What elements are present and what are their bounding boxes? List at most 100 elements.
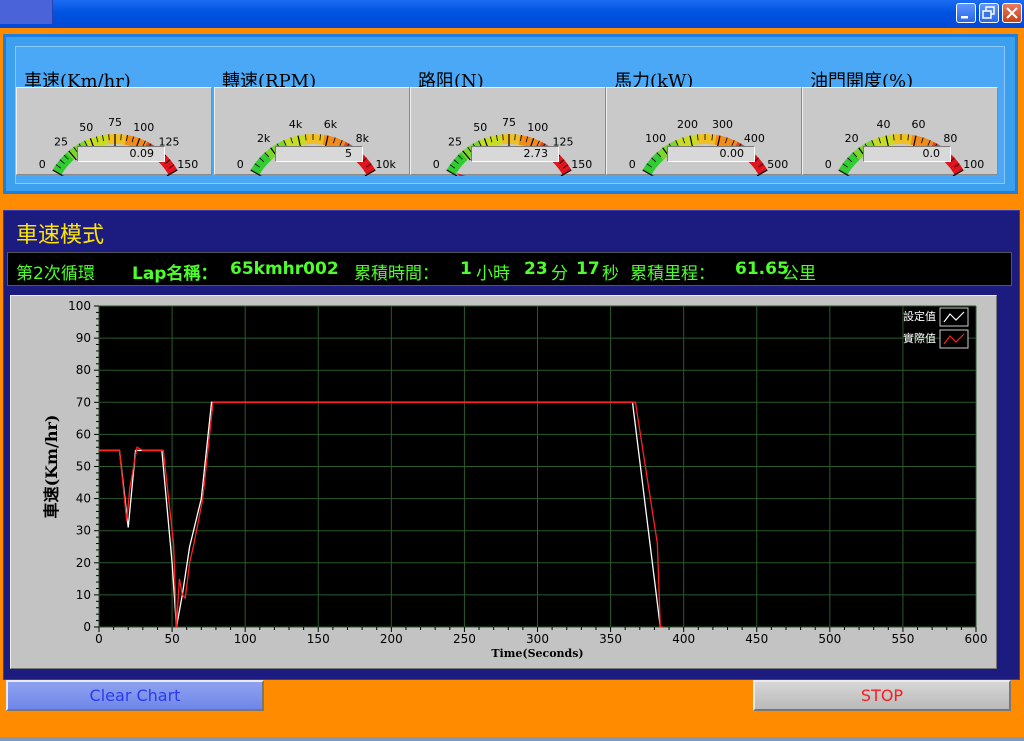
gauge-tick-label: 200 xyxy=(677,118,698,131)
gauge-dial: 0 25 50 75 100 125 150 2.73 xyxy=(410,87,606,176)
time-label: 累積時間： xyxy=(354,264,439,284)
y-tick-label: 0 xyxy=(83,620,91,634)
time-minutes: 23 xyxy=(524,259,548,279)
gauge-tick-label: 150 xyxy=(571,158,592,171)
bottom-border xyxy=(0,737,1024,741)
restore-icon[interactable] xyxy=(979,3,999,23)
y-tick-label: 60 xyxy=(76,427,91,441)
gauge-value-display: 0.0 xyxy=(863,146,951,162)
x-tick-label: 600 xyxy=(965,632,988,646)
gauge-tick xyxy=(502,134,504,141)
gauge-0: 車速(Km/hr) 0 25 50 75 100 125 150 0.09 xyxy=(16,47,212,185)
gauge-tick-label: 50 xyxy=(473,121,487,134)
cycle-count: 第2次循環 xyxy=(16,264,95,284)
minimize-icon[interactable] xyxy=(956,3,976,23)
time-hours: 1 xyxy=(460,259,472,279)
gauge-tick-label: 4k xyxy=(289,118,303,131)
status-bar: 第2次循環 Lap名稱： 65kmhr002 累積時間： 1 小時 23 分 1… xyxy=(7,252,1012,286)
gauge-tick-label: 25 xyxy=(54,136,68,149)
gauge-arc-svg: 02550 75 100125150 xyxy=(39,116,198,176)
gauge-value-display: 0.00 xyxy=(667,146,755,162)
gauge-tick-label: 2k xyxy=(257,132,271,145)
gauge-tick-label: 60 xyxy=(911,118,925,131)
gauge-tick-label: 50 xyxy=(79,121,93,134)
stop-button[interactable]: STOP xyxy=(753,680,1011,711)
y-tick-label: 40 xyxy=(76,492,91,506)
gauge-needle xyxy=(651,175,655,176)
x-tick-label: 350 xyxy=(599,632,622,646)
gauge-tick-label: 500 xyxy=(767,158,788,171)
y-axis-label: 車速(Km/hr) xyxy=(42,415,61,519)
y-tick-label: 70 xyxy=(76,395,91,409)
clear-chart-button[interactable]: Clear Chart xyxy=(6,680,264,711)
gauge-tick-label: 6k xyxy=(324,118,338,131)
gauge-tick-label: 0 xyxy=(629,158,636,171)
y-tick-label: 20 xyxy=(76,556,91,570)
gauge-needle xyxy=(259,174,263,176)
gauge-tick-label: 100 xyxy=(963,158,984,171)
gauge-tick-label: 80 xyxy=(943,132,957,145)
y-tick-label: 90 xyxy=(76,331,91,345)
gauge-3: 馬力(kW) 0 100 200 300 400 500 0.00 xyxy=(606,47,802,185)
window-titlebar xyxy=(0,0,1024,28)
gauge-tick-label: 300 xyxy=(712,118,733,131)
gauge-dial: 0 100 200 300 400 500 0.00 xyxy=(606,87,802,176)
gauge-arc-segment xyxy=(309,134,313,145)
app-icon xyxy=(0,0,53,24)
time-seconds: 17 xyxy=(576,259,600,279)
gauge-tick-label: 0 xyxy=(39,158,46,171)
x-tick-label: 100 xyxy=(234,632,257,646)
gauge-tick xyxy=(514,134,516,141)
gauge-tick-label: 0 xyxy=(825,158,832,171)
distance-unit: 公里 xyxy=(782,264,816,284)
gauge-dial: 0 2k 4k 6k 8k 10k 5 xyxy=(214,87,410,176)
legend-swatch xyxy=(939,307,969,327)
lap-label: Lap名稱： xyxy=(132,264,218,284)
gauge-tick-label: 40 xyxy=(877,118,891,131)
gauge-dial: 0 20 40 60 80 100 0.0 xyxy=(802,87,998,176)
gauge-tick-label: 8k xyxy=(356,132,370,145)
y-tick-label: 30 xyxy=(76,524,91,538)
y-tick-label: 50 xyxy=(76,460,91,474)
gauge-tick-label: 75 xyxy=(502,116,516,129)
gauge-tick-label: 10k xyxy=(376,158,397,171)
lap-name: 65kmhr002 xyxy=(230,259,339,279)
gauge-panel: 車速(Km/hr) 0 25 50 75 100 125 150 0.09 轉速(RPM) 0 2k 4… xyxy=(3,34,1018,194)
time-seconds-unit: 秒 xyxy=(602,264,619,284)
gauge-arc-svg: 0 20 40 60 80 100 xyxy=(825,118,984,176)
gauge-arc-segment xyxy=(313,134,317,145)
gauge-tick xyxy=(108,134,110,141)
y-tick-label: 10 xyxy=(76,588,91,602)
speed-chart: 0 50 100 150 200 250 300 350 400 450 500 550 600 0 10 2… xyxy=(10,295,997,669)
gauge-value-display: 0.09 xyxy=(77,146,165,162)
gauge-needle xyxy=(847,175,851,176)
close-icon[interactable] xyxy=(1002,3,1022,23)
gauge-needle xyxy=(456,172,466,176)
gauge-row: 車速(Km/hr) 0 25 50 75 100 125 150 0.09 轉速(RPM) 0 2k 4… xyxy=(15,46,1005,184)
x-tick-label: 0 xyxy=(95,632,103,646)
x-tick-label: 300 xyxy=(526,632,549,646)
gauge-tick-label: 0 xyxy=(433,158,440,171)
gauge-arc-segment xyxy=(701,134,705,145)
legend-swatch xyxy=(939,329,969,349)
x-tick-label: 150 xyxy=(307,632,330,646)
y-tick-label: 100 xyxy=(68,299,91,313)
x-tick-label: 450 xyxy=(745,632,768,646)
gauge-2: 路阻(N) 0 25 50 75 100 125 150 2.73 xyxy=(410,47,606,185)
distance-value: 61.65 xyxy=(735,259,789,279)
gauge-arc-svg: 0 2k 4k 6k 8k 10k xyxy=(237,118,397,176)
legend-label: 實際值 xyxy=(903,331,936,345)
gauge-tick-label: 0 xyxy=(237,158,244,171)
gauge-dial: 0 25 50 75 100 125 150 0.09 xyxy=(16,87,212,176)
x-tick-label: 200 xyxy=(380,632,403,646)
x-tick-label: 550 xyxy=(891,632,914,646)
mode-title: 車速模式 xyxy=(16,223,105,248)
gauge-tick-label: 100 xyxy=(133,121,154,134)
x-tick-label: 500 xyxy=(818,632,841,646)
x-tick-label: 250 xyxy=(453,632,476,646)
gauge-value-display: 2.73 xyxy=(471,146,559,162)
gauge-tick-label: 25 xyxy=(448,136,462,149)
gauge-arc-segment xyxy=(897,134,901,145)
gauge-tick-label: 100 xyxy=(527,121,548,134)
gauge-value-display: 5 xyxy=(275,146,363,162)
